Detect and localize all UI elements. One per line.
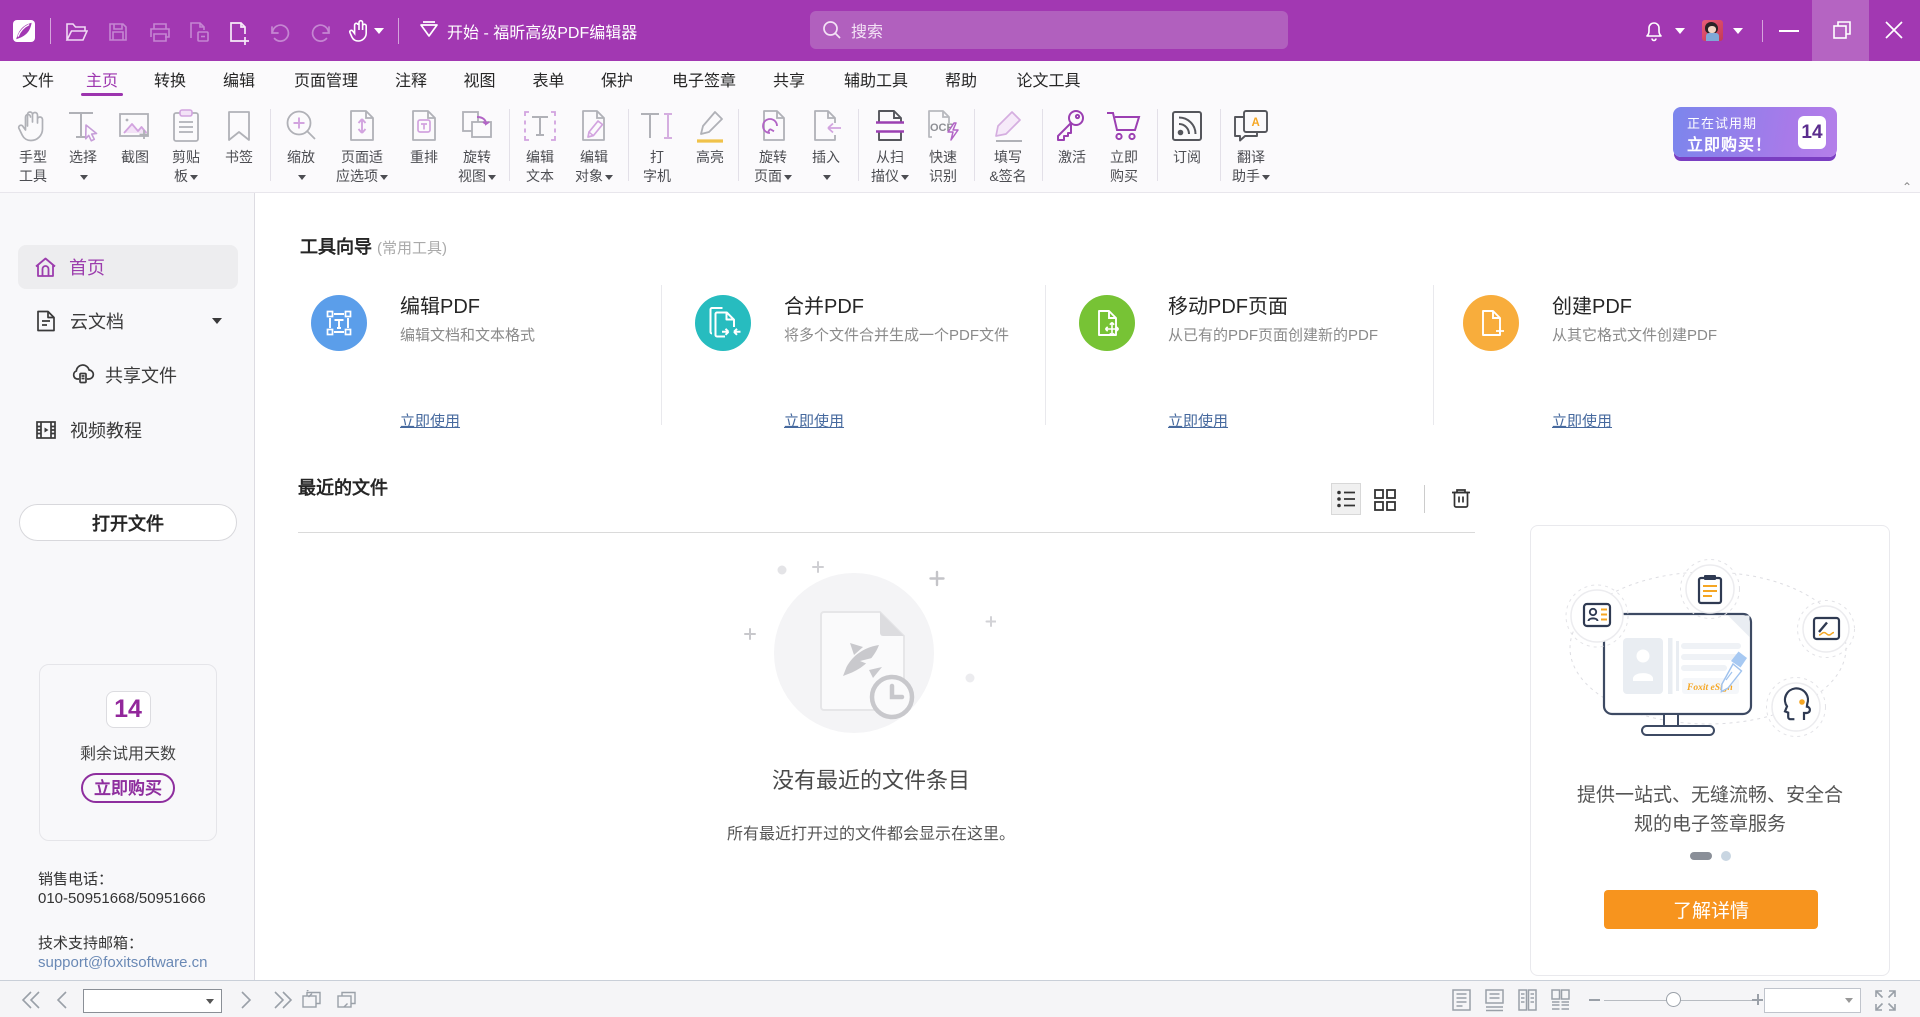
- svg-text:A: A: [1252, 117, 1260, 129]
